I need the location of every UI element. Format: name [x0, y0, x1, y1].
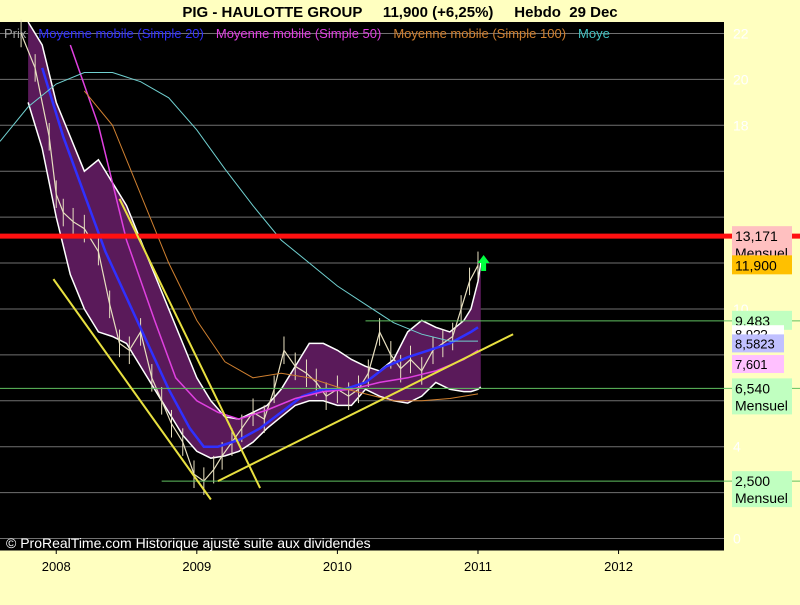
y-tick-label: 0	[733, 531, 741, 547]
level-label-sub: Mensuel	[735, 490, 788, 506]
legend: Prix Moyenne mobile (Simple 20) Moyenne mo…	[4, 26, 610, 41]
chart-container: 0 4 10 18 20 22 2008 2009 2010 2011 2012 13,171 Men…	[0, 0, 800, 600]
legend-entry: Prix	[4, 26, 27, 41]
level-label-value: 2,500	[735, 473, 770, 489]
level-label-value: 13,171	[735, 228, 778, 244]
ma-value-label: 8,5823	[735, 336, 775, 351]
legend-entry: Moyenne mobile (Simple 20)	[38, 26, 203, 41]
footer-note: © ProRealTime.com Historique ajusté suit…	[6, 535, 371, 551]
legend-entry: Moyenne mobile (Simple 100)	[393, 26, 566, 41]
legend-entry: Moyenne mobile (Simple 50)	[216, 26, 381, 41]
level-label-value: 11,900	[735, 257, 777, 273]
x-tick-label: 2012	[604, 559, 633, 574]
x-tick-label: 2009	[182, 559, 211, 574]
price-chart: 04101820222008 2009 2010 2011 2012 13,171Men…	[0, 0, 800, 600]
legend-entry: Moye	[578, 26, 610, 41]
level-label-value: 6,540	[735, 380, 770, 396]
y-tick-label: 22	[733, 25, 749, 41]
y-tick-label: 18	[733, 117, 749, 133]
chart-title: PIG - HAULOTTE GROUP 11,900 (+6,25%) Heb…	[182, 4, 617, 21]
x-tick-label: 2008	[42, 559, 71, 574]
x-tick-label: 2011	[464, 559, 492, 574]
y-tick-label: 20	[733, 71, 749, 87]
x-tick-label: 2010	[323, 559, 352, 574]
y-tick-label: 4	[733, 439, 741, 455]
ma-value-label: 7,601	[735, 357, 768, 372]
level-label-sub: Mensuel	[735, 397, 788, 413]
